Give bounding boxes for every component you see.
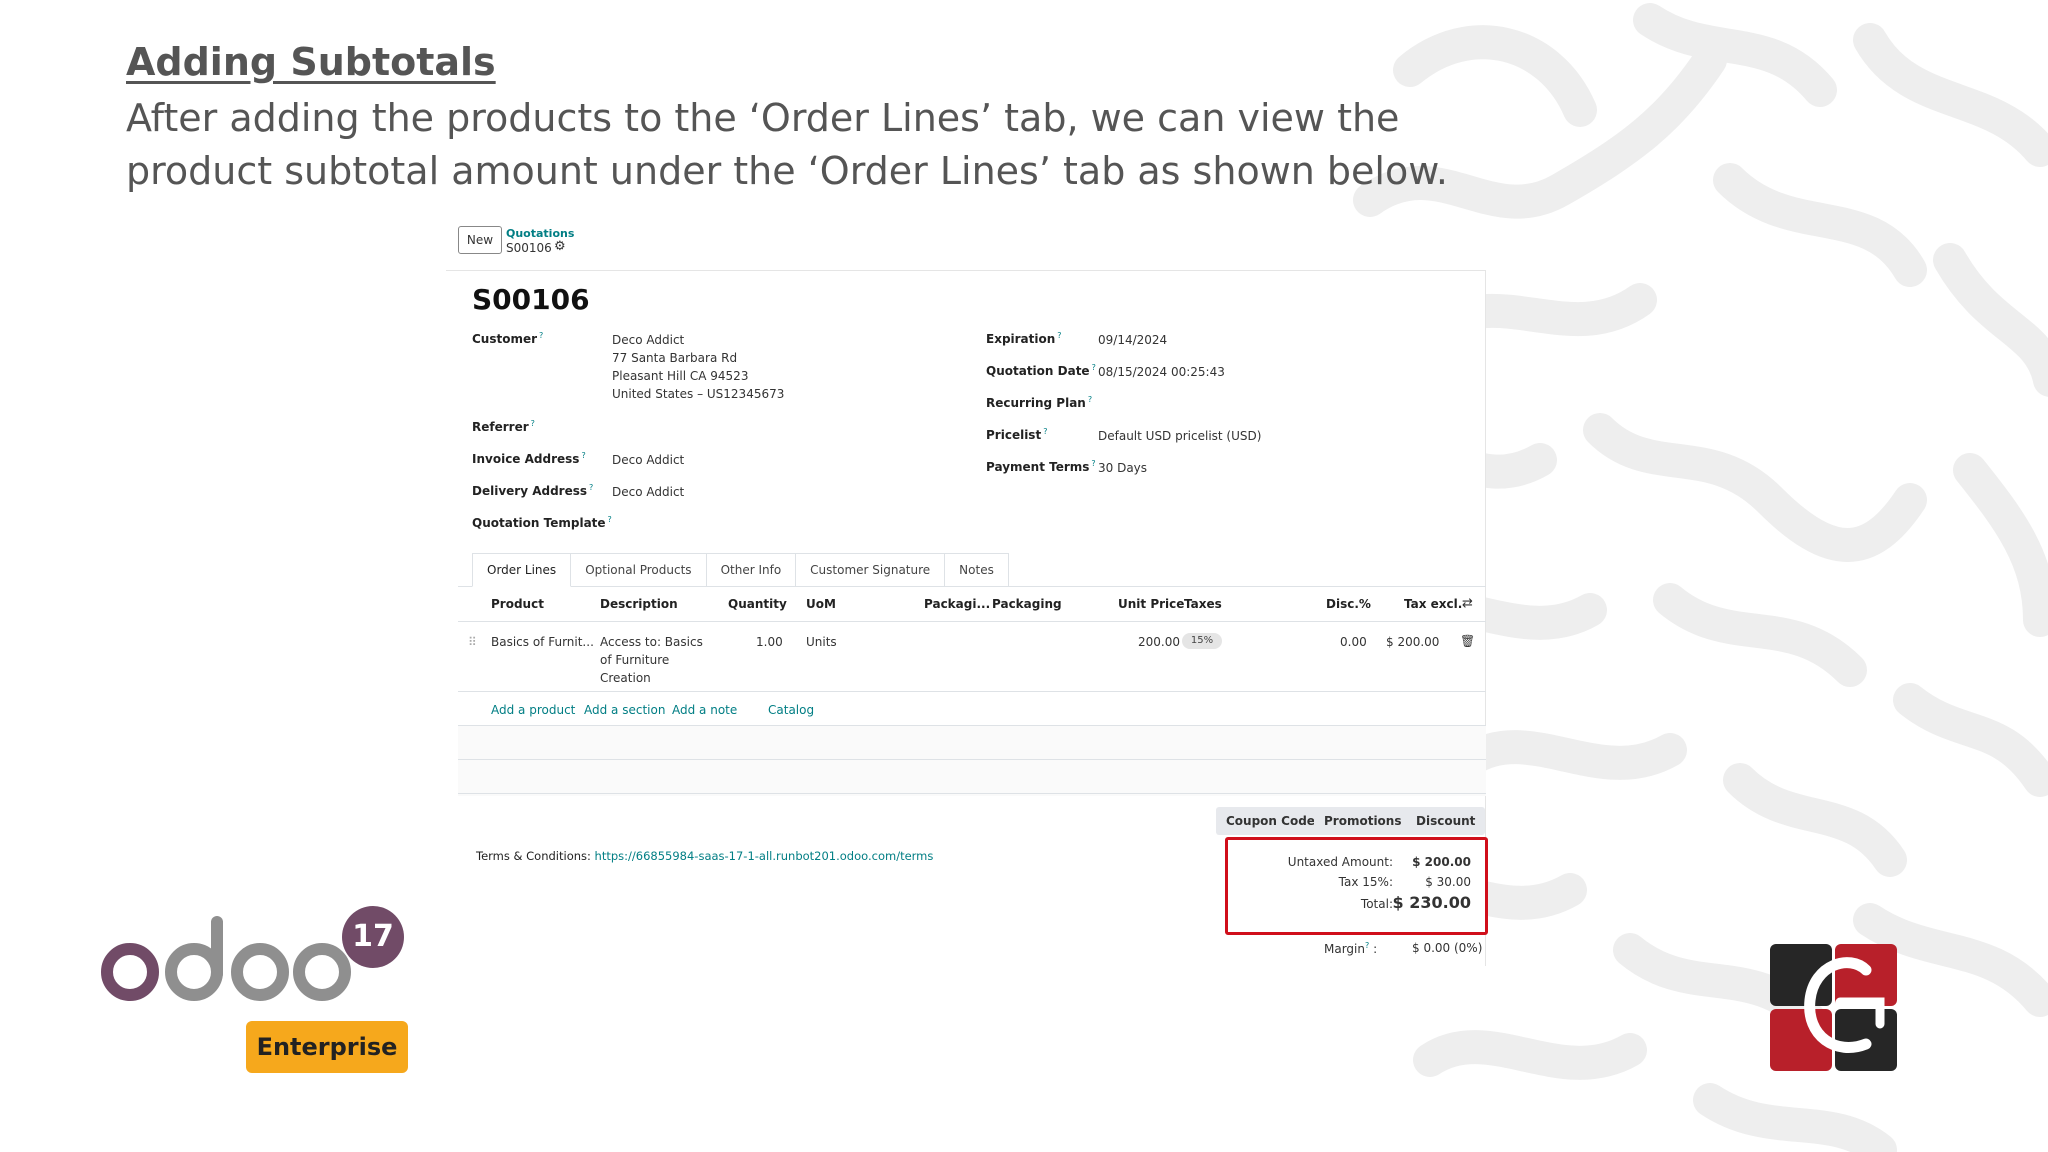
row-product[interactable]: Basics of Furnit... [491,633,594,651]
terms-and-conditions: Terms & Conditions: https://66855984-saa… [476,849,934,863]
header-divider [458,621,1486,622]
new-button[interactable]: New [458,226,502,254]
add-note-link[interactable]: Add a note [672,703,737,717]
pricelist-label: Pricelist? [986,427,1048,442]
row-quantity[interactable]: 1.00 [756,633,783,651]
trash-icon[interactable]: 🗑 [1460,634,1475,648]
untaxed-amount-label: Untaxed Amount: [1287,855,1393,869]
row-divider [458,793,1486,794]
form-sheet: S00106 Customer? Deco Addict 77 Santa Ba… [446,270,1488,966]
catalog-link[interactable]: Catalog [768,703,814,717]
tab-other-info[interactable]: Other Info [706,553,797,587]
payment-terms-label: Payment Terms? [986,459,1096,474]
breadcrumb-current-record: S00106 [506,241,552,255]
row-unit-price[interactable]: 200.00 [1138,633,1180,651]
tab-customer-signature[interactable]: Customer Signature [796,553,946,587]
untaxed-amount-value: $ 200.00 [1412,855,1471,869]
gear-icon[interactable]: ⚙ [554,239,566,254]
col-unit-price[interactable]: Unit Price [1118,597,1184,611]
add-section-link[interactable]: Add a section [584,703,665,717]
tax-label: Tax 15%: [1338,875,1393,889]
pricelist-field[interactable]: Default USD pricelist (USD) [1098,427,1261,445]
drag-handle-icon[interactable]: ⠿ [468,635,477,649]
tax-value: $ 30.00 [1425,875,1471,889]
col-uom[interactable]: UoM [806,597,836,611]
row-divider [458,691,1486,692]
total-value: $ 230.00 [1392,893,1471,912]
coupon-code-button[interactable]: Coupon Code [1216,807,1325,835]
invoice-address-field[interactable]: Deco Addict [612,451,684,469]
slide-title: Adding Subtotals [126,40,496,84]
row-uom[interactable]: Units [806,633,837,651]
slide-description: After adding the products to the ‘Order … [126,96,1448,193]
delivery-address-label: Delivery Address? [472,483,594,498]
promotions-button[interactable]: Promotions [1314,807,1412,835]
margin-label: Margin? : [1324,941,1378,956]
customer-value[interactable]: Deco Addict 77 Santa Barbara Rd Pleasant… [612,331,784,403]
add-product-link[interactable]: Add a product [491,703,575,717]
row-subtotal: $ 200.00 [1386,635,1440,649]
col-product[interactable]: Product [491,597,544,611]
discount-button[interactable]: Discount [1406,807,1486,835]
quotation-date-label: Quotation Date? [986,363,1096,378]
referrer-label: Referrer? [472,419,535,434]
invoice-address-label: Invoice Address? [472,451,586,466]
col-taxes[interactable]: Taxes [1184,597,1222,611]
payment-terms-field[interactable]: 30 Days [1098,459,1147,477]
expiration-label: Expiration? [986,331,1062,346]
total-label: Total: [1360,897,1393,911]
record-name: S00106 [472,283,590,316]
row-divider [458,725,1486,726]
notebook-tabs: Order Lines Optional Products Other Info… [472,553,1009,587]
version-badge: 17 [342,906,404,968]
empty-rows [458,726,1486,796]
col-quantity[interactable]: Quantity [728,597,787,611]
odoo-screenshot: New Quotations S00106 ⚙ S00106 Customer?… [446,222,1490,966]
terms-link[interactable]: https://66855984-saas-17-1-all.runbot201… [595,849,934,863]
col-packaging[interactable]: Packaging [992,597,1062,611]
expiration-field[interactable]: 09/14/2024 [1098,331,1167,349]
enterprise-badge: Enterprise [246,1021,408,1073]
quotation-template-label: Quotation Template? [472,515,612,530]
tab-optional-products[interactable]: Optional Products [571,553,707,587]
col-packaging-qty[interactable]: Packagi... [924,597,990,611]
tax-badge[interactable]: 15% [1182,633,1222,649]
row-description[interactable]: Access to: Basics of Furniture Creation [600,633,703,687]
company-logo-icon [1770,944,1897,1071]
row-discount[interactable]: 0.00 [1340,633,1367,651]
tab-notes[interactable]: Notes [945,553,1009,587]
tab-order-lines[interactable]: Order Lines [472,553,572,587]
recurring-plan-label: Recurring Plan? [986,395,1093,410]
margin-value: $ 0.00 (0%) [1412,941,1483,955]
optional-columns-icon[interactable]: ⇄ [1462,596,1473,611]
control-panel: New Quotations S00106 ⚙ [446,222,1490,272]
col-description[interactable]: Description [600,597,678,611]
row-divider [458,759,1486,760]
col-discount[interactable]: Disc.% [1326,597,1371,611]
delivery-address-field[interactable]: Deco Addict [612,483,684,501]
quotation-date-field[interactable]: 08/15/2024 00:25:43 [1098,363,1225,381]
col-tax-excl[interactable]: Tax excl. [1404,597,1462,611]
customer-label: Customer? [472,331,544,346]
